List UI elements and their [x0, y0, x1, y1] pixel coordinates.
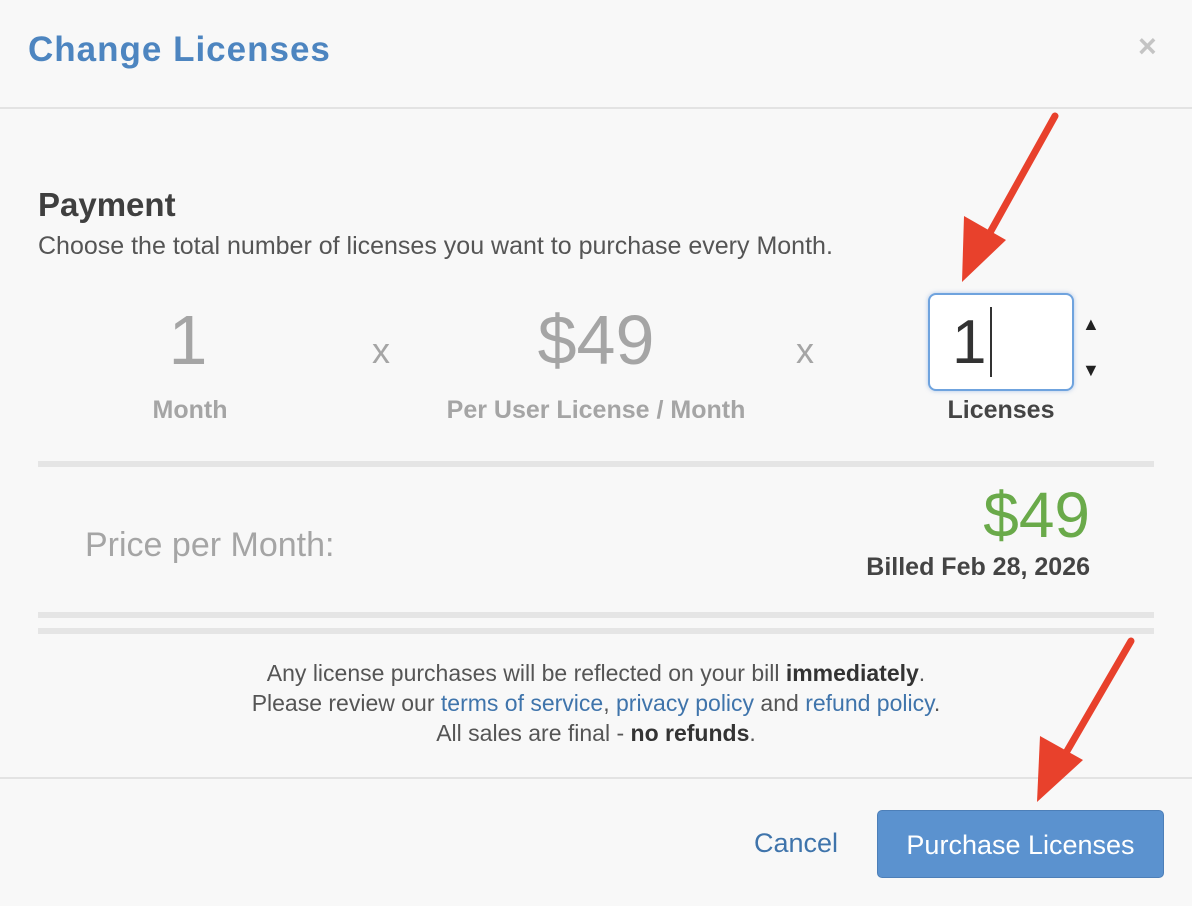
notice-text: and [754, 690, 806, 716]
notice-line-3: All sales are final - no refunds. [0, 720, 1192, 747]
multiply-sign: x [372, 330, 390, 371]
dialog-title: Change Licenses [28, 30, 331, 69]
divider [38, 461, 1154, 467]
price-per-month-value: $49 [983, 479, 1090, 551]
text-caret [990, 306, 993, 377]
close-icon[interactable]: × [1138, 30, 1157, 62]
cancel-button[interactable]: Cancel [754, 828, 838, 859]
notice-text: , [603, 690, 616, 716]
spin-down-icon[interactable]: ▼ [1082, 360, 1100, 381]
notice-text: Any license purchases will be reflected … [266, 660, 786, 686]
notice-line-2: Please review our terms of service, priv… [0, 690, 1192, 717]
notice-text: . [918, 660, 926, 686]
months-label: Month [152, 396, 228, 424]
dialog-header: Change Licenses × [0, 0, 1192, 109]
divider [38, 612, 1154, 618]
licenses-label: Licenses [947, 396, 1055, 424]
notice-bold: no refunds [630, 720, 750, 746]
notice-text: . [749, 720, 756, 746]
privacy-policy-link[interactable]: privacy policy [616, 690, 754, 716]
spin-up-icon[interactable]: ▲ [1082, 314, 1100, 335]
change-licenses-dialog: Change Licenses × Payment Choose the tot… [0, 0, 1192, 906]
notice-text: Please review our [251, 690, 441, 716]
divider [38, 628, 1154, 634]
unit-price-label: Per User License / Month [446, 396, 746, 424]
annotation-arrow-input [962, 112, 1059, 282]
months-value: 1 [168, 301, 208, 379]
footer-divider [0, 777, 1192, 779]
purchase-licenses-button[interactable]: Purchase Licenses [877, 810, 1164, 878]
notice-bold: immediately [785, 660, 919, 686]
unit-price-value: $49 [537, 301, 655, 379]
multiply-sign: x [796, 330, 814, 371]
notice-line-1: Any license purchases will be reflected … [0, 660, 1192, 687]
annotation-arrows [962, 112, 1135, 802]
licenses-input-value: 1 [952, 308, 987, 377]
payment-heading: Payment [38, 186, 176, 223]
payment-description: Choose the total number of licenses you … [38, 232, 833, 260]
notice-text: All sales are final - [436, 720, 631, 746]
refund-policy-link[interactable]: refund policy [805, 690, 934, 716]
licenses-quantity-input[interactable]: 1 [928, 293, 1074, 391]
notice-text: . [933, 690, 941, 716]
billed-date: Billed Feb 28, 2026 [866, 553, 1090, 581]
price-per-month-label: Price per Month: [85, 526, 335, 564]
terms-of-service-link[interactable]: terms of service [441, 690, 603, 716]
